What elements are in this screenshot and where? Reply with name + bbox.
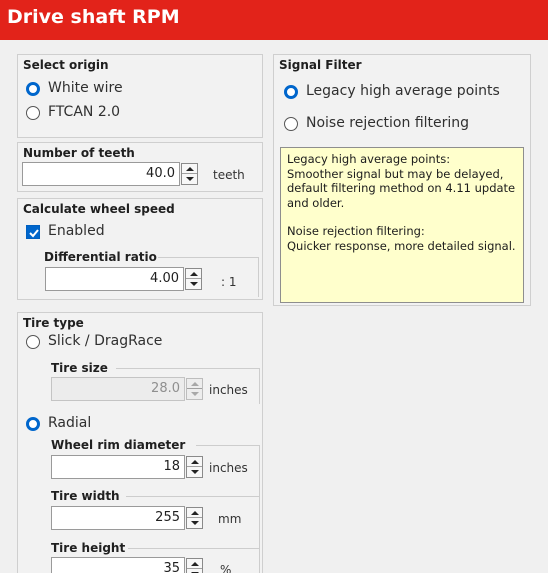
tire-size-value: 28.0 [151,381,180,396]
tire-type-panel: Tire type Slick / DragRace Tire size 28.… [17,312,263,573]
number-of-teeth-panel: Number of teeth 40.0 teeth [17,142,263,192]
height-value: 35 [163,561,180,573]
radio-radial-label[interactable]: Radial [48,415,91,431]
ratio-input[interactable]: 4.00 [45,267,184,291]
rim-unit: inches [209,461,248,475]
tire-size-input[interactable]: 28.0 [51,377,185,401]
spinner-up-arrow-icon[interactable] [187,559,202,569]
teeth-spinner[interactable] [181,163,198,185]
title-bar: Drive shaft RPM [0,0,548,40]
number-of-teeth-header: Number of teeth [23,146,135,160]
rim-value: 18 [163,459,180,474]
spinner-up-arrow-icon[interactable] [182,164,197,174]
width-value: 255 [155,510,180,525]
radio-noise-rejection-label[interactable]: Noise rejection filtering [306,115,469,131]
content-area: Select origin White wire FTCAN 2.0 Numbe… [0,40,548,573]
radio-white-wire[interactable] [26,82,40,96]
spinner-up-arrow-icon[interactable] [187,457,202,467]
checkmark-icon [29,229,39,238]
teeth-unit: teeth [213,168,245,182]
rim-group-line [196,445,259,446]
note-line-6: Quicker response, more detailed signal. [287,238,516,253]
ratio-spinner[interactable] [185,268,202,290]
width-input[interactable]: 255 [51,506,185,530]
rim-group-vline [259,445,260,573]
enabled-checkbox[interactable] [26,225,40,239]
note-line-1: Legacy high average points: [287,152,451,166]
spinner-down-arrow-icon[interactable] [187,518,202,528]
rim-header: Wheel rim diameter [51,438,186,452]
teeth-input[interactable]: 40.0 [22,162,180,186]
radio-slick-label[interactable]: Slick / DragRace [48,333,162,349]
radio-radial[interactable] [26,417,40,431]
note-line-3: default filtering method on 4.11 update [287,181,516,195]
width-unit: mm [218,512,242,526]
wheel-speed-panel: Calculate wheel speed Enabled Differenti… [17,198,263,300]
radio-slick[interactable] [26,335,40,349]
signal-filter-panel: Signal Filter Legacy high average points… [273,54,531,306]
rim-input[interactable]: 18 [51,455,185,479]
tire-size-group-line [116,368,259,369]
note-line-4: and older. [287,195,345,210]
teeth-value: 40.0 [146,166,175,181]
ratio-group-line [158,257,258,258]
spinner-up-arrow-icon[interactable] [187,379,202,389]
rim-spinner[interactable] [186,456,203,478]
height-group-line [128,548,259,549]
radio-noise-rejection[interactable] [284,117,298,131]
tire-size-unit: inches [209,383,248,397]
radio-legacy-filter-label[interactable]: Legacy high average points [306,83,500,99]
spinner-down-arrow-icon[interactable] [187,389,202,399]
ratio-header: Differential ratio [44,250,157,264]
width-group-line [126,496,259,497]
height-unit: % [220,563,232,573]
tire-size-group-vline [259,368,260,404]
radio-white-wire-label[interactable]: White wire [48,80,123,96]
width-spinner[interactable] [186,507,203,529]
signal-filter-header: Signal Filter [279,58,362,72]
note-line-5: Noise rejection filtering: [287,224,425,238]
note-line-2: Smoother signal but may be delayed, [287,166,504,181]
tire-size-spinner[interactable] [186,378,203,400]
tire-type-header: Tire type [23,316,84,330]
ratio-value: 4.00 [150,271,179,286]
radio-legacy-filter[interactable] [284,85,298,99]
spinner-down-arrow-icon[interactable] [186,279,201,289]
radio-ftcan[interactable] [26,106,40,120]
spinner-up-arrow-icon[interactable] [186,269,201,279]
filter-info-note: Legacy high average points: Smoother sig… [280,147,524,303]
select-origin-header: Select origin [23,58,109,72]
enabled-label[interactable]: Enabled [48,223,105,239]
ratio-unit: : 1 [221,275,237,289]
spinner-down-arrow-icon[interactable] [187,467,202,477]
spinner-down-arrow-icon[interactable] [187,569,202,573]
spinner-down-arrow-icon[interactable] [182,174,197,184]
select-origin-panel: Select origin White wire FTCAN 2.0 [17,54,263,138]
height-spinner[interactable] [186,558,203,573]
window-title: Drive shaft RPM [7,6,180,28]
height-input[interactable]: 35 [51,557,185,573]
tire-size-header: Tire size [51,361,108,375]
ratio-group-vline [258,257,259,297]
width-header: Tire width [51,489,120,503]
radio-ftcan-label[interactable]: FTCAN 2.0 [48,104,120,120]
height-header: Tire height [51,541,126,555]
spinner-up-arrow-icon[interactable] [187,508,202,518]
wheel-speed-header: Calculate wheel speed [23,202,175,216]
